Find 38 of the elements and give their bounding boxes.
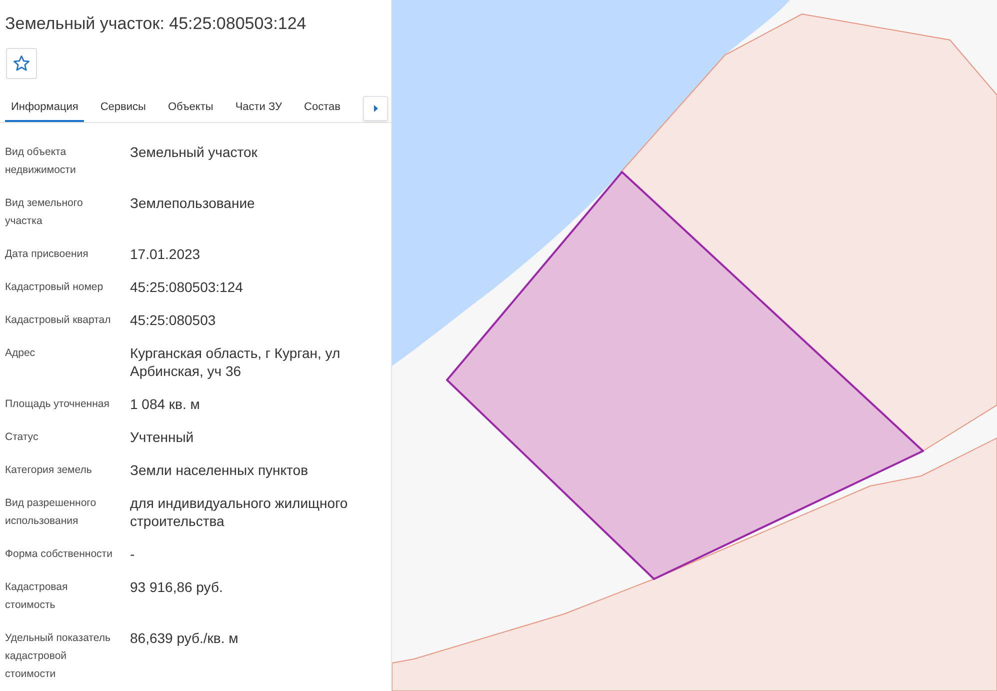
property-label: Форма собственности [5,546,114,562]
land-parcel[interactable] [620,13,997,452]
property-value: 1 084 кв. м [130,394,201,412]
property-value: Курганская область, г Курган, ул Арбинская, уч 36 [130,344,342,380]
land-parcel[interactable] [392,437,997,691]
property-label: Кадастровая стоимость [5,580,69,612]
tab[interactable]: Состав [298,94,346,122]
property-value: 93 916,86 руб. [130,578,224,597]
property-label: Вид объекта недвижимости [5,144,77,178]
property-label: Адрес [5,346,36,360]
tab[interactable]: Объекты [162,94,220,122]
property-label: Вид земельного участка [5,196,84,228]
property-label: Категория земель [5,462,93,478]
property-label: Удельный показатель кадастровой стоимости [5,630,112,682]
tab[interactable]: Сервисы [94,94,152,122]
property-label: Кадастровый квартал [5,312,112,328]
property-value: 86,639 руб./кв. м [130,628,240,648]
selected-land-parcel[interactable] [446,171,924,580]
property-value: Учтенный [130,428,195,446]
scroll-tabs-button[interactable] [363,96,388,120]
property-label: Дата присвоения [5,246,90,262]
property-value: для индивидуального жилищного строительства [130,494,349,530]
favorite-button[interactable] [6,48,37,79]
tab[interactable]: Информация [5,94,84,122]
property-label: Статус [5,430,40,444]
property-value: Землепользование [130,194,256,212]
property-label: Вид разрешенного использования [5,496,98,528]
property-value: 17.01.2023 [130,244,202,262]
caret-right-icon [374,104,378,112]
property-value: - [130,544,136,562]
parcel-title: Земельный участок: 45:25:080503:124 [5,13,306,35]
tab[interactable]: Части ЗУ [229,94,288,122]
property-value: 45:25:080503 [130,310,217,328]
property-value: 45:25:080503:124 [130,278,244,296]
property-label: Кадастровый номер [5,280,104,294]
property-label: Площадь уточненная [5,396,110,412]
property-value: Земельный участок [130,142,258,162]
property-value: Земли населенных пунктов [130,460,310,478]
